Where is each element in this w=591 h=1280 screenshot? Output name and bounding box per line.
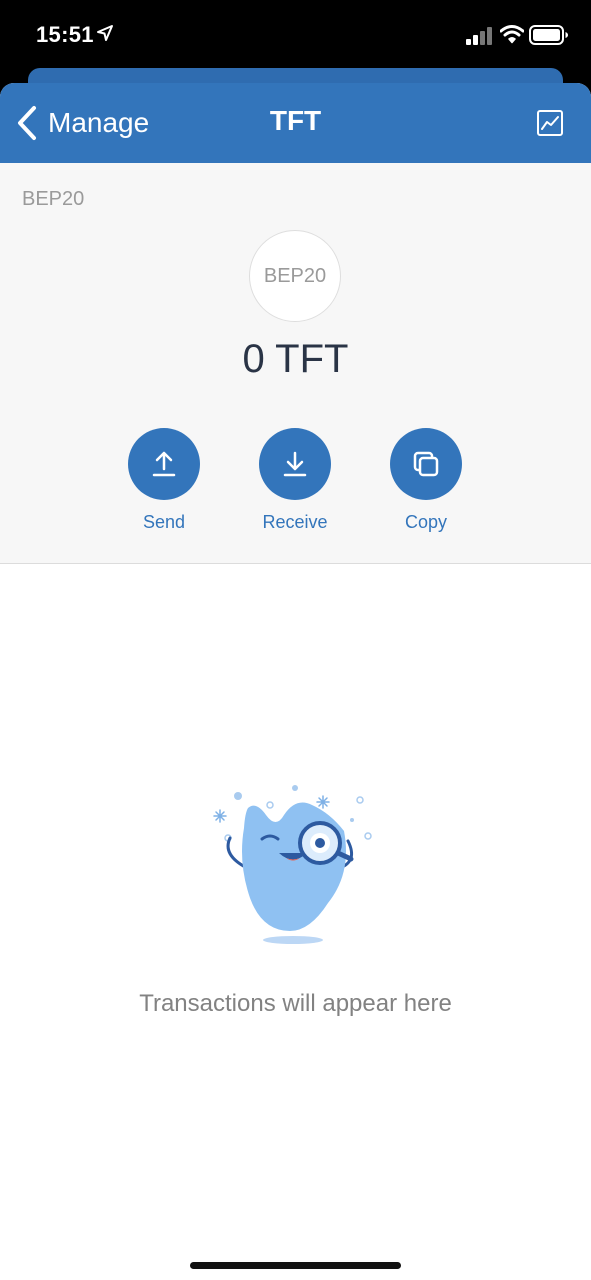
chevron-left-icon xyxy=(18,106,36,140)
location-arrow-icon xyxy=(97,25,113,41)
send-label: Send xyxy=(142,512,186,532)
receive-label: Receive xyxy=(262,512,328,532)
token-detail-screen: Manage TFT BEP20 BEP20 0 TFT Send Receiv… xyxy=(0,83,591,1280)
back-label: Manage xyxy=(48,107,150,138)
wifi-icon xyxy=(500,25,524,44)
download-arrow-icon xyxy=(283,451,307,477)
network-label: BEP20 xyxy=(22,188,85,210)
token-balance: 0 TFT xyxy=(242,337,349,381)
empty-state-message: Transactions will appear here xyxy=(139,990,452,1017)
token-logo-text: BEP20 xyxy=(263,264,327,287)
back-button[interactable]: Manage xyxy=(14,101,149,145)
token-header: BEP20 BEP20 0 TFT Send Receive Copy xyxy=(0,163,591,564)
send-circle[interactable] xyxy=(128,428,200,500)
copy-circle[interactable] xyxy=(390,428,462,500)
cellular-signal-icon xyxy=(466,27,492,45)
status-bar: 15:51 xyxy=(0,0,591,72)
token-logo: BEP20 xyxy=(249,230,341,322)
receive-button[interactable]: Receive xyxy=(240,428,350,533)
upload-arrow-icon xyxy=(152,451,176,477)
empty-state-illustration xyxy=(213,785,372,944)
send-button[interactable]: Send xyxy=(109,428,219,533)
receive-circle[interactable] xyxy=(259,428,331,500)
battery-icon xyxy=(529,25,568,45)
nav-bar: Manage TFT xyxy=(0,83,591,163)
chart-icon[interactable] xyxy=(536,109,564,137)
status-time: 15:51 xyxy=(36,22,94,47)
home-indicator xyxy=(190,1262,401,1269)
copy-icon xyxy=(413,451,439,477)
copy-label: Copy xyxy=(404,512,448,532)
copy-button[interactable]: Copy xyxy=(371,428,481,533)
